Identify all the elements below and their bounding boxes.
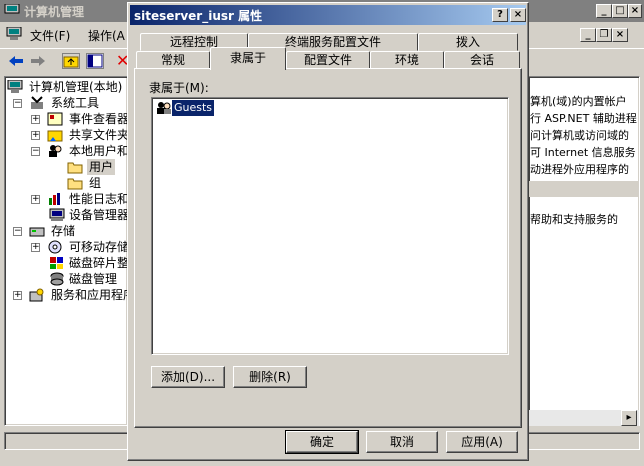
tab-general[interactable]: 常规 [136,51,210,69]
tree-label: 系统工具 [51,96,100,110]
maximize-button[interactable]: □ [612,4,628,18]
tree-label: 磁盘管理 [69,272,118,286]
help-button[interactable]: ? [492,8,508,22]
expand-icon[interactable]: + [31,195,40,204]
member-of-list[interactable]: Guests [151,97,509,355]
details-line: 问计算机或访问域的 [530,129,629,142]
device-manager-icon [49,208,65,222]
tab-profile[interactable]: 配置文件 [286,51,370,69]
tab-member-of[interactable]: 隶属于 [210,47,286,70]
tree-label: 可移动存储 [69,240,130,254]
tree-pane: 计算机管理(本地) − 系统工具 + 事件查看器 + 共享文件夹 − 本地用户和 [4,76,135,426]
details-line: 算机(域)的内置帐户 [530,95,627,108]
collapse-icon[interactable]: − [13,99,22,108]
close-button[interactable]: × [628,4,642,18]
disk-management-icon [49,272,65,286]
ok-button[interactable]: 确定 [285,430,359,454]
cancel-button[interactable]: 取消 [366,431,438,453]
folder-icon [67,160,83,174]
child-minimize-button[interactable]: _ [580,28,596,42]
tree-label: 服务和应用程序 [51,288,136,302]
defrag-icon [49,256,65,270]
child-restore-button[interactable]: ❐ [596,28,612,42]
menu-action[interactable]: 操作(A [88,27,125,44]
details-line: 帮助和支持服务的 [530,213,618,226]
show-tree-icon[interactable] [86,53,104,69]
app-menu-icon[interactable] [6,26,22,41]
users-icon [47,144,63,158]
event-viewer-icon [47,112,63,126]
tree-label: 用户 [87,159,116,175]
tree-label: 共享文件夹 [69,128,130,142]
details-line: 可 Internet 信息服务 [530,146,636,159]
folder-icon [67,176,83,190]
expand-icon[interactable]: + [31,131,40,140]
minimize-button[interactable]: _ [596,4,612,18]
group-icon [156,101,172,115]
horizontal-scrollbar[interactable]: ▸ [529,410,639,426]
tree-label: 设备管理器 [69,208,130,222]
apply-button[interactable]: 应用(A) [446,431,518,453]
dialog-titlebar: siteserver_iusr 属性 ? × [130,5,526,25]
removable-storage-icon [47,240,63,254]
tree-label: 计算机管理(本地) [29,80,123,94]
main-window-title: 计算机管理 [24,5,85,19]
performance-icon [47,192,63,206]
computer-icon [7,79,23,94]
up-folder-icon[interactable] [62,53,80,69]
dialog-close-button[interactable]: × [510,8,526,22]
back-arrow-icon[interactable] [8,54,24,68]
tab-dial-in[interactable]: 拨入 [418,33,518,51]
details-line: 行 ASP.NET 辅助进程 [530,112,637,125]
expand-icon[interactable]: + [31,115,40,124]
tree-label: 存储 [51,224,76,238]
tree-label: 性能日志和 [69,192,130,206]
menu-file[interactable]: 文件(F) [30,27,70,44]
tree-label: 本地用户和 [69,144,130,158]
dialog-title: siteserver_iusr 属性 [134,9,263,23]
expand-icon[interactable]: + [13,291,22,300]
tab-environment[interactable]: 环境 [370,51,444,69]
tree-label: 磁盘碎片整 [69,256,130,270]
tree-label: 组 [89,176,102,190]
member-of-label: 隶属于(M): [149,81,209,95]
properties-dialog: siteserver_iusr 属性 ? × 远程控制 终端服务配置文件 拨入 … [127,2,529,461]
tree-label: 事件查看器 [69,112,130,126]
tab-sessions[interactable]: 会话 [444,51,520,69]
collapse-icon[interactable]: − [13,227,22,236]
computer-icon [4,3,20,17]
storage-icon [29,224,45,238]
child-close-button[interactable]: × [612,28,628,42]
tab-panel: 隶属于(M): Guests 添加(D)... 删除(R) [134,68,522,428]
add-button[interactable]: 添加(D)... [151,366,225,388]
scroll-right-button[interactable]: ▸ [621,410,637,426]
remove-button[interactable]: 删除(R) [233,366,307,388]
group-name: Guests [170,99,216,117]
details-line: 动进程外应用程序的 [530,163,629,176]
forward-arrow-icon[interactable] [30,54,46,68]
tools-icon [29,96,45,110]
details-selected-band [529,181,639,197]
collapse-icon[interactable]: − [31,147,40,156]
services-icon [29,288,45,302]
expand-icon[interactable]: + [31,243,40,252]
shared-folder-icon [47,128,63,142]
